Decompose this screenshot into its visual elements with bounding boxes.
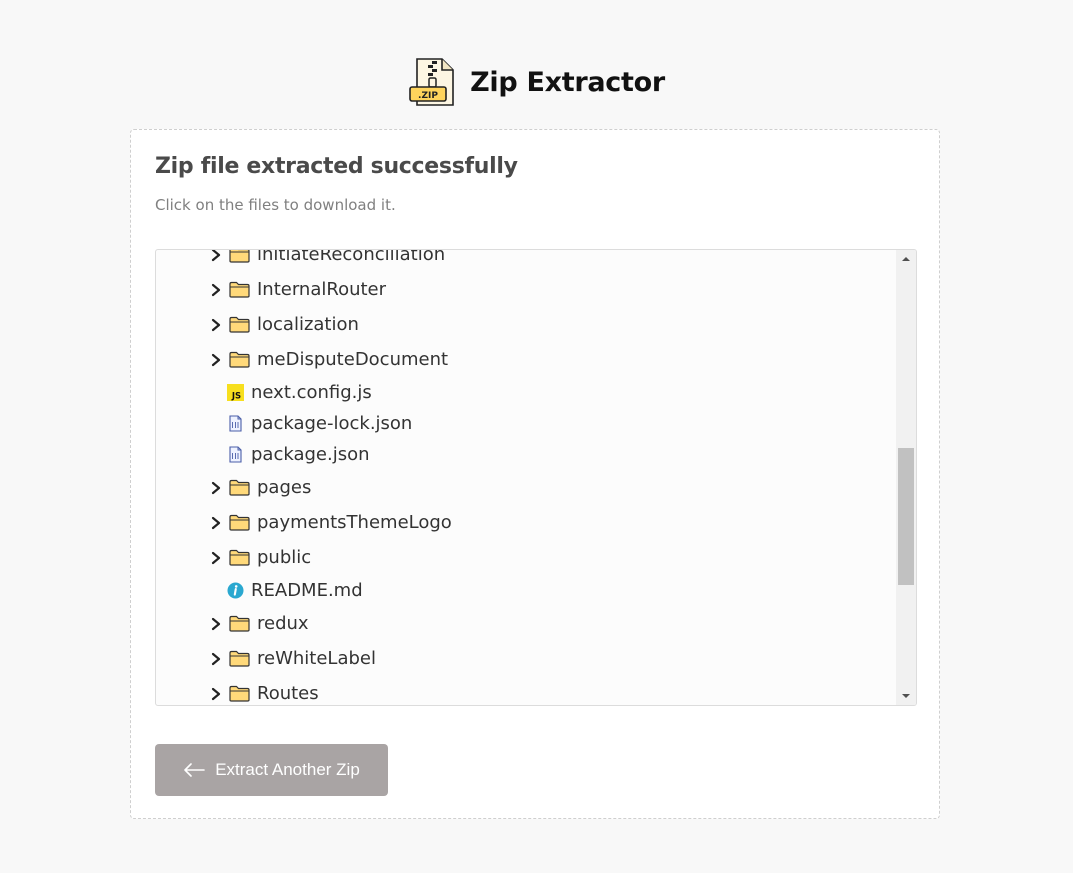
tree-folder-item[interactable]: Routes xyxy=(156,676,896,705)
javascript-file-icon: JS xyxy=(227,384,244,401)
tree-folder-item[interactable]: initiateReconciliation xyxy=(156,249,896,272)
folder-icon xyxy=(229,479,250,496)
tree-file-item[interactable]: package.json xyxy=(156,439,896,470)
tree-folder-item[interactable]: localization xyxy=(156,307,896,342)
tree-folder-item[interactable]: pages xyxy=(156,470,896,505)
folder-icon xyxy=(229,615,250,632)
tree-item-label: Routes xyxy=(257,683,319,704)
tree-folder-item[interactable]: meDisputeDocument xyxy=(156,342,896,377)
chevron-right-icon[interactable] xyxy=(210,617,222,631)
scroll-up-arrow-icon[interactable] xyxy=(896,250,916,267)
chevron-right-icon[interactable] xyxy=(210,481,222,495)
json-file-icon xyxy=(229,446,242,463)
tree-file-item[interactable]: JS next.config.js xyxy=(156,377,896,408)
tree-folder-item[interactable]: InternalRouter xyxy=(156,272,896,307)
folder-icon xyxy=(229,514,250,531)
tree-item-label: package.json xyxy=(251,444,370,465)
success-title: Zip file extracted successfully xyxy=(155,154,518,179)
scrollbar-thumb[interactable] xyxy=(898,448,914,585)
file-tree[interactable]: initiateReconciliation InternalRouter loca… xyxy=(155,249,917,706)
folder-icon xyxy=(229,549,250,566)
folder-icon xyxy=(229,650,250,667)
app-header: .ZIP Zip Extractor xyxy=(0,56,1073,108)
svg-text:JS: JS xyxy=(231,392,241,402)
arrow-left-icon xyxy=(184,763,206,777)
result-card: Zip file extracted successfully Click on… xyxy=(130,129,940,819)
chevron-right-icon[interactable] xyxy=(210,353,222,367)
chevron-right-icon[interactable] xyxy=(210,652,222,666)
tree-item-label: InternalRouter xyxy=(257,279,387,300)
tree-item-label: pages xyxy=(257,477,312,498)
vertical-scrollbar[interactable] xyxy=(896,250,916,705)
chevron-right-icon[interactable] xyxy=(210,318,222,332)
tree-item-label: initiateReconciliation xyxy=(257,249,446,265)
scroll-down-arrow-icon[interactable] xyxy=(896,688,916,705)
tree-item-label: reWhiteLabel xyxy=(257,648,376,669)
json-file-icon xyxy=(229,415,242,432)
tree-folder-item[interactable]: public xyxy=(156,540,896,575)
app-title: Zip Extractor xyxy=(470,66,665,98)
tree-folder-item[interactable]: paymentsThemeLogo xyxy=(156,505,896,540)
tree-file-item[interactable]: README.md xyxy=(156,575,896,606)
folder-icon xyxy=(229,281,250,298)
zip-file-icon: .ZIP xyxy=(409,58,454,106)
info-icon xyxy=(227,582,244,599)
folder-icon xyxy=(229,685,250,702)
file-tree-list: initiateReconciliation InternalRouter loca… xyxy=(156,249,896,705)
tree-item-label: public xyxy=(257,547,312,568)
tree-item-label: next.config.js xyxy=(251,382,372,403)
chevron-right-icon[interactable] xyxy=(210,249,222,262)
extract-another-zip-button[interactable]: Extract Another Zip xyxy=(155,744,388,796)
chevron-right-icon[interactable] xyxy=(210,687,222,701)
tree-folder-item[interactable]: redux xyxy=(156,606,896,641)
svg-text:.ZIP: .ZIP xyxy=(418,91,438,101)
tree-item-label: package-lock.json xyxy=(251,413,413,434)
folder-icon xyxy=(229,316,250,333)
folder-icon xyxy=(229,250,250,263)
tree-item-label: localization xyxy=(257,314,359,335)
tree-item-label: meDisputeDocument xyxy=(257,349,449,370)
folder-icon xyxy=(229,351,250,368)
tree-file-item[interactable]: package-lock.json xyxy=(156,408,896,439)
chevron-right-icon[interactable] xyxy=(210,516,222,530)
tree-item-label: paymentsThemeLogo xyxy=(257,512,452,533)
extract-another-zip-label: Extract Another Zip xyxy=(215,760,360,779)
chevron-right-icon[interactable] xyxy=(210,551,222,565)
tree-item-label: redux xyxy=(257,613,309,634)
tree-item-label: README.md xyxy=(251,580,363,601)
success-subtitle: Click on the files to download it. xyxy=(155,196,396,214)
tree-folder-item[interactable]: reWhiteLabel xyxy=(156,641,896,676)
chevron-right-icon[interactable] xyxy=(210,283,222,297)
